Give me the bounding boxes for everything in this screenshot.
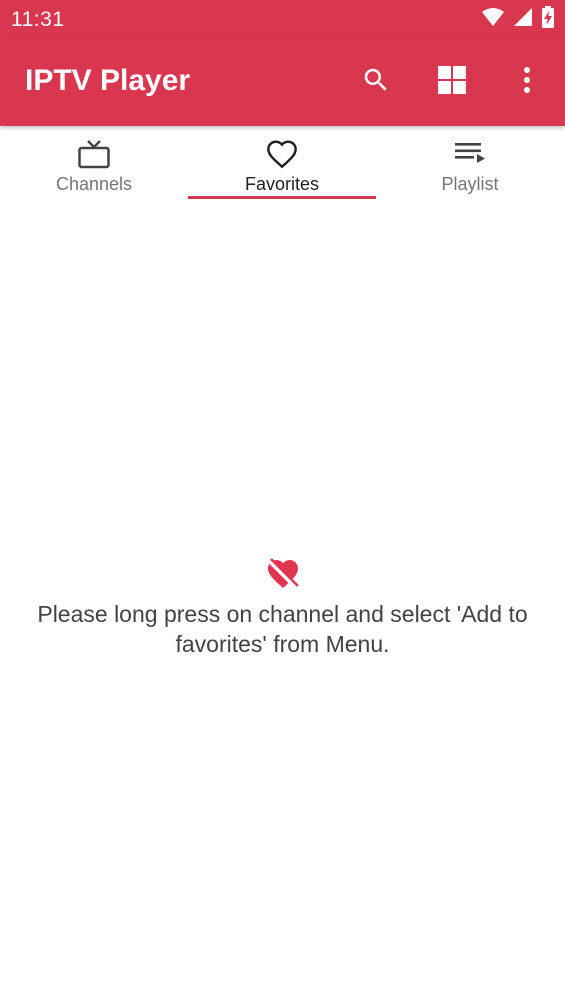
tab-label: Favorites (244, 174, 320, 194)
favorites-empty-state: Please long press on channel and select … (0, 556, 565, 659)
tv-icon (76, 138, 112, 170)
more-vert-icon (522, 65, 532, 100)
more-options-button[interactable] (505, 60, 549, 104)
heart-broken-icon (265, 556, 301, 592)
tab-bar: Channels Favorites Playlist (0, 126, 565, 203)
status-bar: 11:31 (0, 0, 565, 40)
app-title: IPTV Player (25, 64, 191, 97)
search-button[interactable] (354, 60, 398, 104)
app-root: 11:31 IPTV Player Channels Favorites Pla… (0, 0, 565, 1004)
tab-label: Channels (55, 174, 133, 194)
empty-state-message: Please long press on channel and select … (37, 601, 528, 657)
tab-indicator (188, 196, 376, 199)
tab-favorites[interactable]: Favorites (188, 126, 376, 203)
search-icon (361, 65, 391, 100)
signal-icon (513, 7, 533, 32)
tab-label: Playlist (441, 174, 499, 194)
playlist-icon (452, 138, 488, 170)
wifi-icon (481, 7, 505, 32)
status-icons (481, 5, 555, 32)
heart-outline-icon (264, 138, 300, 170)
status-time: 11:31 (11, 8, 65, 31)
grid-view-icon (437, 65, 467, 100)
tab-channels[interactable]: Channels (0, 126, 188, 203)
tab-playlist[interactable]: Playlist (376, 126, 564, 203)
battery-charging-icon (541, 5, 555, 33)
grid-view-button[interactable] (430, 60, 474, 104)
app-bar: IPTV Player (0, 40, 565, 126)
